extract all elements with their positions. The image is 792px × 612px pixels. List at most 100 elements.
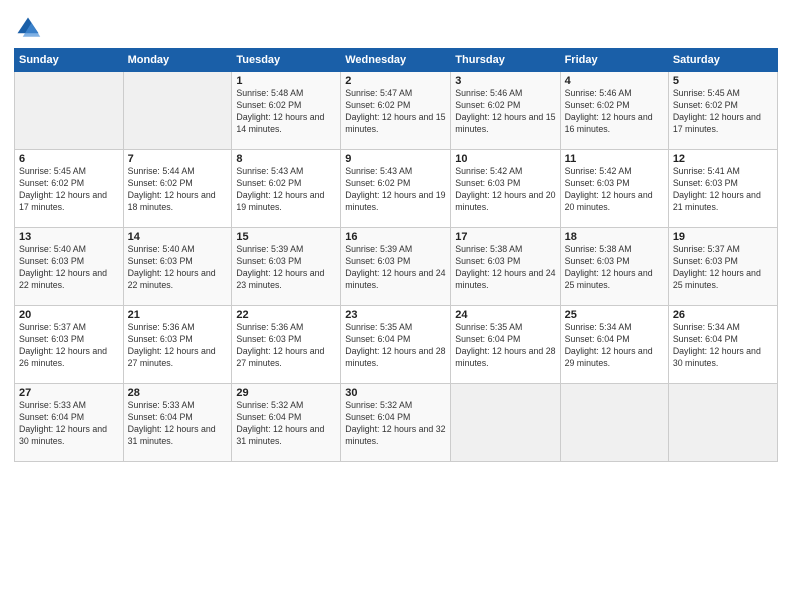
calendar-cell: 1Sunrise: 5:48 AM Sunset: 6:02 PM Daylig… [232, 72, 341, 150]
day-number: 13 [19, 231, 119, 243]
day-info: Sunrise: 5:34 AM Sunset: 6:04 PM Dayligh… [673, 322, 773, 370]
calendar-cell: 18Sunrise: 5:38 AM Sunset: 6:03 PM Dayli… [560, 228, 668, 306]
calendar-cell [15, 72, 124, 150]
day-info: Sunrise: 5:43 AM Sunset: 6:02 PM Dayligh… [345, 166, 446, 214]
day-info: Sunrise: 5:35 AM Sunset: 6:04 PM Dayligh… [455, 322, 555, 370]
calendar-cell: 26Sunrise: 5:34 AM Sunset: 6:04 PM Dayli… [668, 306, 777, 384]
header [14, 10, 778, 42]
day-number: 7 [128, 153, 228, 165]
day-number: 24 [455, 309, 555, 321]
day-number: 27 [19, 387, 119, 399]
calendar-cell: 29Sunrise: 5:32 AM Sunset: 6:04 PM Dayli… [232, 384, 341, 462]
calendar-cell: 22Sunrise: 5:36 AM Sunset: 6:03 PM Dayli… [232, 306, 341, 384]
day-number: 1 [236, 75, 336, 87]
calendar-cell: 11Sunrise: 5:42 AM Sunset: 6:03 PM Dayli… [560, 150, 668, 228]
day-number: 10 [455, 153, 555, 165]
day-info: Sunrise: 5:37 AM Sunset: 6:03 PM Dayligh… [19, 322, 119, 370]
calendar-cell: 13Sunrise: 5:40 AM Sunset: 6:03 PM Dayli… [15, 228, 124, 306]
weekday-header-friday: Friday [560, 49, 668, 72]
calendar-cell: 21Sunrise: 5:36 AM Sunset: 6:03 PM Dayli… [123, 306, 232, 384]
day-number: 15 [236, 231, 336, 243]
day-info: Sunrise: 5:42 AM Sunset: 6:03 PM Dayligh… [565, 166, 664, 214]
calendar-cell: 23Sunrise: 5:35 AM Sunset: 6:04 PM Dayli… [341, 306, 451, 384]
weekday-header-monday: Monday [123, 49, 232, 72]
logo [14, 14, 46, 42]
day-info: Sunrise: 5:33 AM Sunset: 6:04 PM Dayligh… [19, 400, 119, 448]
calendar-cell: 16Sunrise: 5:39 AM Sunset: 6:03 PM Dayli… [341, 228, 451, 306]
day-number: 5 [673, 75, 773, 87]
day-number: 30 [345, 387, 446, 399]
weekday-header-wednesday: Wednesday [341, 49, 451, 72]
calendar-cell: 28Sunrise: 5:33 AM Sunset: 6:04 PM Dayli… [123, 384, 232, 462]
day-info: Sunrise: 5:43 AM Sunset: 6:02 PM Dayligh… [236, 166, 336, 214]
day-number: 2 [345, 75, 446, 87]
day-number: 26 [673, 309, 773, 321]
calendar-cell: 19Sunrise: 5:37 AM Sunset: 6:03 PM Dayli… [668, 228, 777, 306]
day-info: Sunrise: 5:40 AM Sunset: 6:03 PM Dayligh… [19, 244, 119, 292]
day-number: 11 [565, 153, 664, 165]
day-number: 19 [673, 231, 773, 243]
day-info: Sunrise: 5:37 AM Sunset: 6:03 PM Dayligh… [673, 244, 773, 292]
day-info: Sunrise: 5:36 AM Sunset: 6:03 PM Dayligh… [236, 322, 336, 370]
day-info: Sunrise: 5:34 AM Sunset: 6:04 PM Dayligh… [565, 322, 664, 370]
calendar-cell [668, 384, 777, 462]
day-info: Sunrise: 5:45 AM Sunset: 6:02 PM Dayligh… [19, 166, 119, 214]
day-info: Sunrise: 5:32 AM Sunset: 6:04 PM Dayligh… [236, 400, 336, 448]
day-number: 25 [565, 309, 664, 321]
day-info: Sunrise: 5:46 AM Sunset: 6:02 PM Dayligh… [565, 88, 664, 136]
day-number: 9 [345, 153, 446, 165]
calendar-cell: 12Sunrise: 5:41 AM Sunset: 6:03 PM Dayli… [668, 150, 777, 228]
day-number: 16 [345, 231, 446, 243]
calendar-cell: 6Sunrise: 5:45 AM Sunset: 6:02 PM Daylig… [15, 150, 124, 228]
logo-icon [14, 14, 42, 42]
day-number: 22 [236, 309, 336, 321]
day-number: 18 [565, 231, 664, 243]
calendar-cell: 25Sunrise: 5:34 AM Sunset: 6:04 PM Dayli… [560, 306, 668, 384]
day-info: Sunrise: 5:44 AM Sunset: 6:02 PM Dayligh… [128, 166, 228, 214]
calendar-cell: 2Sunrise: 5:47 AM Sunset: 6:02 PM Daylig… [341, 72, 451, 150]
calendar-cell: 4Sunrise: 5:46 AM Sunset: 6:02 PM Daylig… [560, 72, 668, 150]
calendar-cell: 5Sunrise: 5:45 AM Sunset: 6:02 PM Daylig… [668, 72, 777, 150]
week-row-0: 1Sunrise: 5:48 AM Sunset: 6:02 PM Daylig… [15, 72, 778, 150]
week-row-4: 27Sunrise: 5:33 AM Sunset: 6:04 PM Dayli… [15, 384, 778, 462]
day-info: Sunrise: 5:42 AM Sunset: 6:03 PM Dayligh… [455, 166, 555, 214]
day-number: 8 [236, 153, 336, 165]
calendar-cell [451, 384, 560, 462]
weekday-header-tuesday: Tuesday [232, 49, 341, 72]
weekday-header-saturday: Saturday [668, 49, 777, 72]
day-number: 29 [236, 387, 336, 399]
day-info: Sunrise: 5:32 AM Sunset: 6:04 PM Dayligh… [345, 400, 446, 448]
day-info: Sunrise: 5:48 AM Sunset: 6:02 PM Dayligh… [236, 88, 336, 136]
weekday-header-thursday: Thursday [451, 49, 560, 72]
weekday-header-sunday: Sunday [15, 49, 124, 72]
calendar-cell: 24Sunrise: 5:35 AM Sunset: 6:04 PM Dayli… [451, 306, 560, 384]
day-number: 21 [128, 309, 228, 321]
calendar-cell: 17Sunrise: 5:38 AM Sunset: 6:03 PM Dayli… [451, 228, 560, 306]
calendar-cell: 10Sunrise: 5:42 AM Sunset: 6:03 PM Dayli… [451, 150, 560, 228]
day-number: 23 [345, 309, 446, 321]
day-info: Sunrise: 5:39 AM Sunset: 6:03 PM Dayligh… [236, 244, 336, 292]
calendar-cell: 15Sunrise: 5:39 AM Sunset: 6:03 PM Dayli… [232, 228, 341, 306]
week-row-2: 13Sunrise: 5:40 AM Sunset: 6:03 PM Dayli… [15, 228, 778, 306]
day-number: 14 [128, 231, 228, 243]
weekday-header-row: SundayMondayTuesdayWednesdayThursdayFrid… [15, 49, 778, 72]
day-info: Sunrise: 5:41 AM Sunset: 6:03 PM Dayligh… [673, 166, 773, 214]
day-number: 3 [455, 75, 555, 87]
day-number: 12 [673, 153, 773, 165]
day-info: Sunrise: 5:47 AM Sunset: 6:02 PM Dayligh… [345, 88, 446, 136]
day-number: 17 [455, 231, 555, 243]
day-info: Sunrise: 5:33 AM Sunset: 6:04 PM Dayligh… [128, 400, 228, 448]
week-row-1: 6Sunrise: 5:45 AM Sunset: 6:02 PM Daylig… [15, 150, 778, 228]
day-number: 6 [19, 153, 119, 165]
day-number: 20 [19, 309, 119, 321]
calendar-cell [123, 72, 232, 150]
week-row-3: 20Sunrise: 5:37 AM Sunset: 6:03 PM Dayli… [15, 306, 778, 384]
day-info: Sunrise: 5:46 AM Sunset: 6:02 PM Dayligh… [455, 88, 555, 136]
day-info: Sunrise: 5:38 AM Sunset: 6:03 PM Dayligh… [455, 244, 555, 292]
calendar-cell: 20Sunrise: 5:37 AM Sunset: 6:03 PM Dayli… [15, 306, 124, 384]
day-info: Sunrise: 5:36 AM Sunset: 6:03 PM Dayligh… [128, 322, 228, 370]
calendar-cell: 14Sunrise: 5:40 AM Sunset: 6:03 PM Dayli… [123, 228, 232, 306]
calendar-cell: 30Sunrise: 5:32 AM Sunset: 6:04 PM Dayli… [341, 384, 451, 462]
day-info: Sunrise: 5:45 AM Sunset: 6:02 PM Dayligh… [673, 88, 773, 136]
calendar-cell: 7Sunrise: 5:44 AM Sunset: 6:02 PM Daylig… [123, 150, 232, 228]
